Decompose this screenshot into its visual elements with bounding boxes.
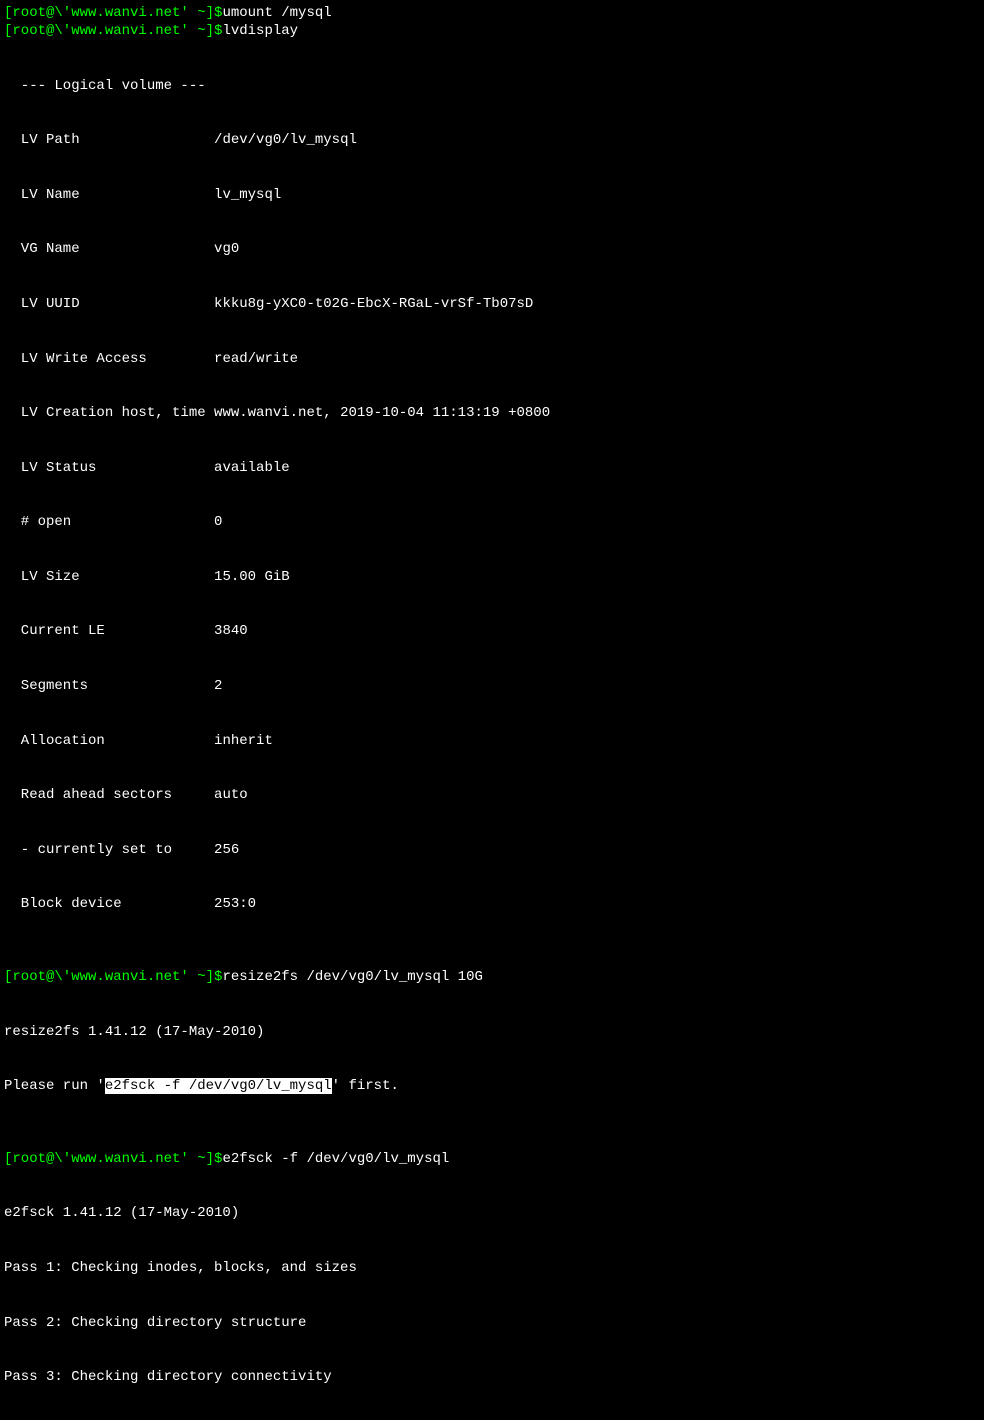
command: resize2fs /dev/vg0/lv_mysql 10G bbox=[222, 969, 482, 985]
e2fsck-output: e2fsck 1.41.12 (17-May-2010) Pass 1: Che… bbox=[4, 1168, 980, 1420]
command: e2fsck -f /dev/vg0/lv_mysql bbox=[222, 1151, 449, 1167]
block-device: Block device 253:0 bbox=[4, 895, 980, 913]
prompt: [root@\'www.wanvi.net' ~]$ bbox=[4, 23, 222, 39]
lv-open: # open 0 bbox=[4, 513, 980, 531]
blank-line bbox=[4, 1132, 980, 1150]
prompt: [root@\'www.wanvi.net' ~]$ bbox=[4, 1151, 222, 1167]
current-le: Current LE 3840 bbox=[4, 622, 980, 640]
lv-name: LV Name lv_mysql bbox=[4, 186, 980, 204]
terminal[interactable]: [root@\'www.wanvi.net' ~]$umount /mysql … bbox=[4, 4, 980, 1420]
lv-write-access: LV Write Access read/write bbox=[4, 350, 980, 368]
lvdisplay-output: --- Logical volume --- LV Path /dev/vg0/… bbox=[4, 40, 980, 949]
blank-line bbox=[4, 950, 980, 968]
command-line-2: [root@\'www.wanvi.net' ~]$lvdisplay bbox=[4, 22, 980, 40]
highlighted-command: e2fsck -f /dev/vg0/lv_mysql bbox=[105, 1078, 332, 1094]
segments: Segments 2 bbox=[4, 677, 980, 695]
prompt: [root@\'www.wanvi.net' ~]$ bbox=[4, 5, 222, 21]
command-line-3: [root@\'www.wanvi.net' ~]$resize2fs /dev… bbox=[4, 968, 980, 986]
please-run-line: Please run 'e2fsck -f /dev/vg0/lv_mysql'… bbox=[4, 1077, 980, 1095]
pass-1: Pass 1: Checking inodes, blocks, and siz… bbox=[4, 1259, 980, 1277]
e2fsck-version: e2fsck 1.41.12 (17-May-2010) bbox=[4, 1204, 980, 1222]
command: umount /mysql bbox=[222, 5, 331, 21]
resize2fs-output-1: resize2fs 1.41.12 (17-May-2010) Please r… bbox=[4, 986, 980, 1132]
allocation: Allocation inherit bbox=[4, 732, 980, 750]
pass-3: Pass 3: Checking directory connectivity bbox=[4, 1368, 980, 1386]
resize2fs-version: resize2fs 1.41.12 (17-May-2010) bbox=[4, 1023, 980, 1041]
command-line-4: [root@\'www.wanvi.net' ~]$e2fsck -f /dev… bbox=[4, 1150, 980, 1168]
lv-size: LV Size 15.00 GiB bbox=[4, 568, 980, 586]
lv-status: LV Status available bbox=[4, 459, 980, 477]
currently-set: - currently set to 256 bbox=[4, 841, 980, 859]
lv-header: --- Logical volume --- bbox=[4, 77, 980, 95]
lv-path: LV Path /dev/vg0/lv_mysql bbox=[4, 131, 980, 149]
command: lvdisplay bbox=[222, 23, 298, 39]
vg-name: VG Name vg0 bbox=[4, 240, 980, 258]
pass-2: Pass 2: Checking directory structure bbox=[4, 1314, 980, 1332]
command-line-1: [root@\'www.wanvi.net' ~]$umount /mysql bbox=[4, 4, 980, 22]
read-ahead: Read ahead sectors auto bbox=[4, 786, 980, 804]
prompt: [root@\'www.wanvi.net' ~]$ bbox=[4, 969, 222, 985]
lv-creation: LV Creation host, time www.wanvi.net, 20… bbox=[4, 404, 980, 422]
lv-uuid: LV UUID kkku8g-yXC0-t02G-EbcX-RGaL-vrSf-… bbox=[4, 295, 980, 313]
